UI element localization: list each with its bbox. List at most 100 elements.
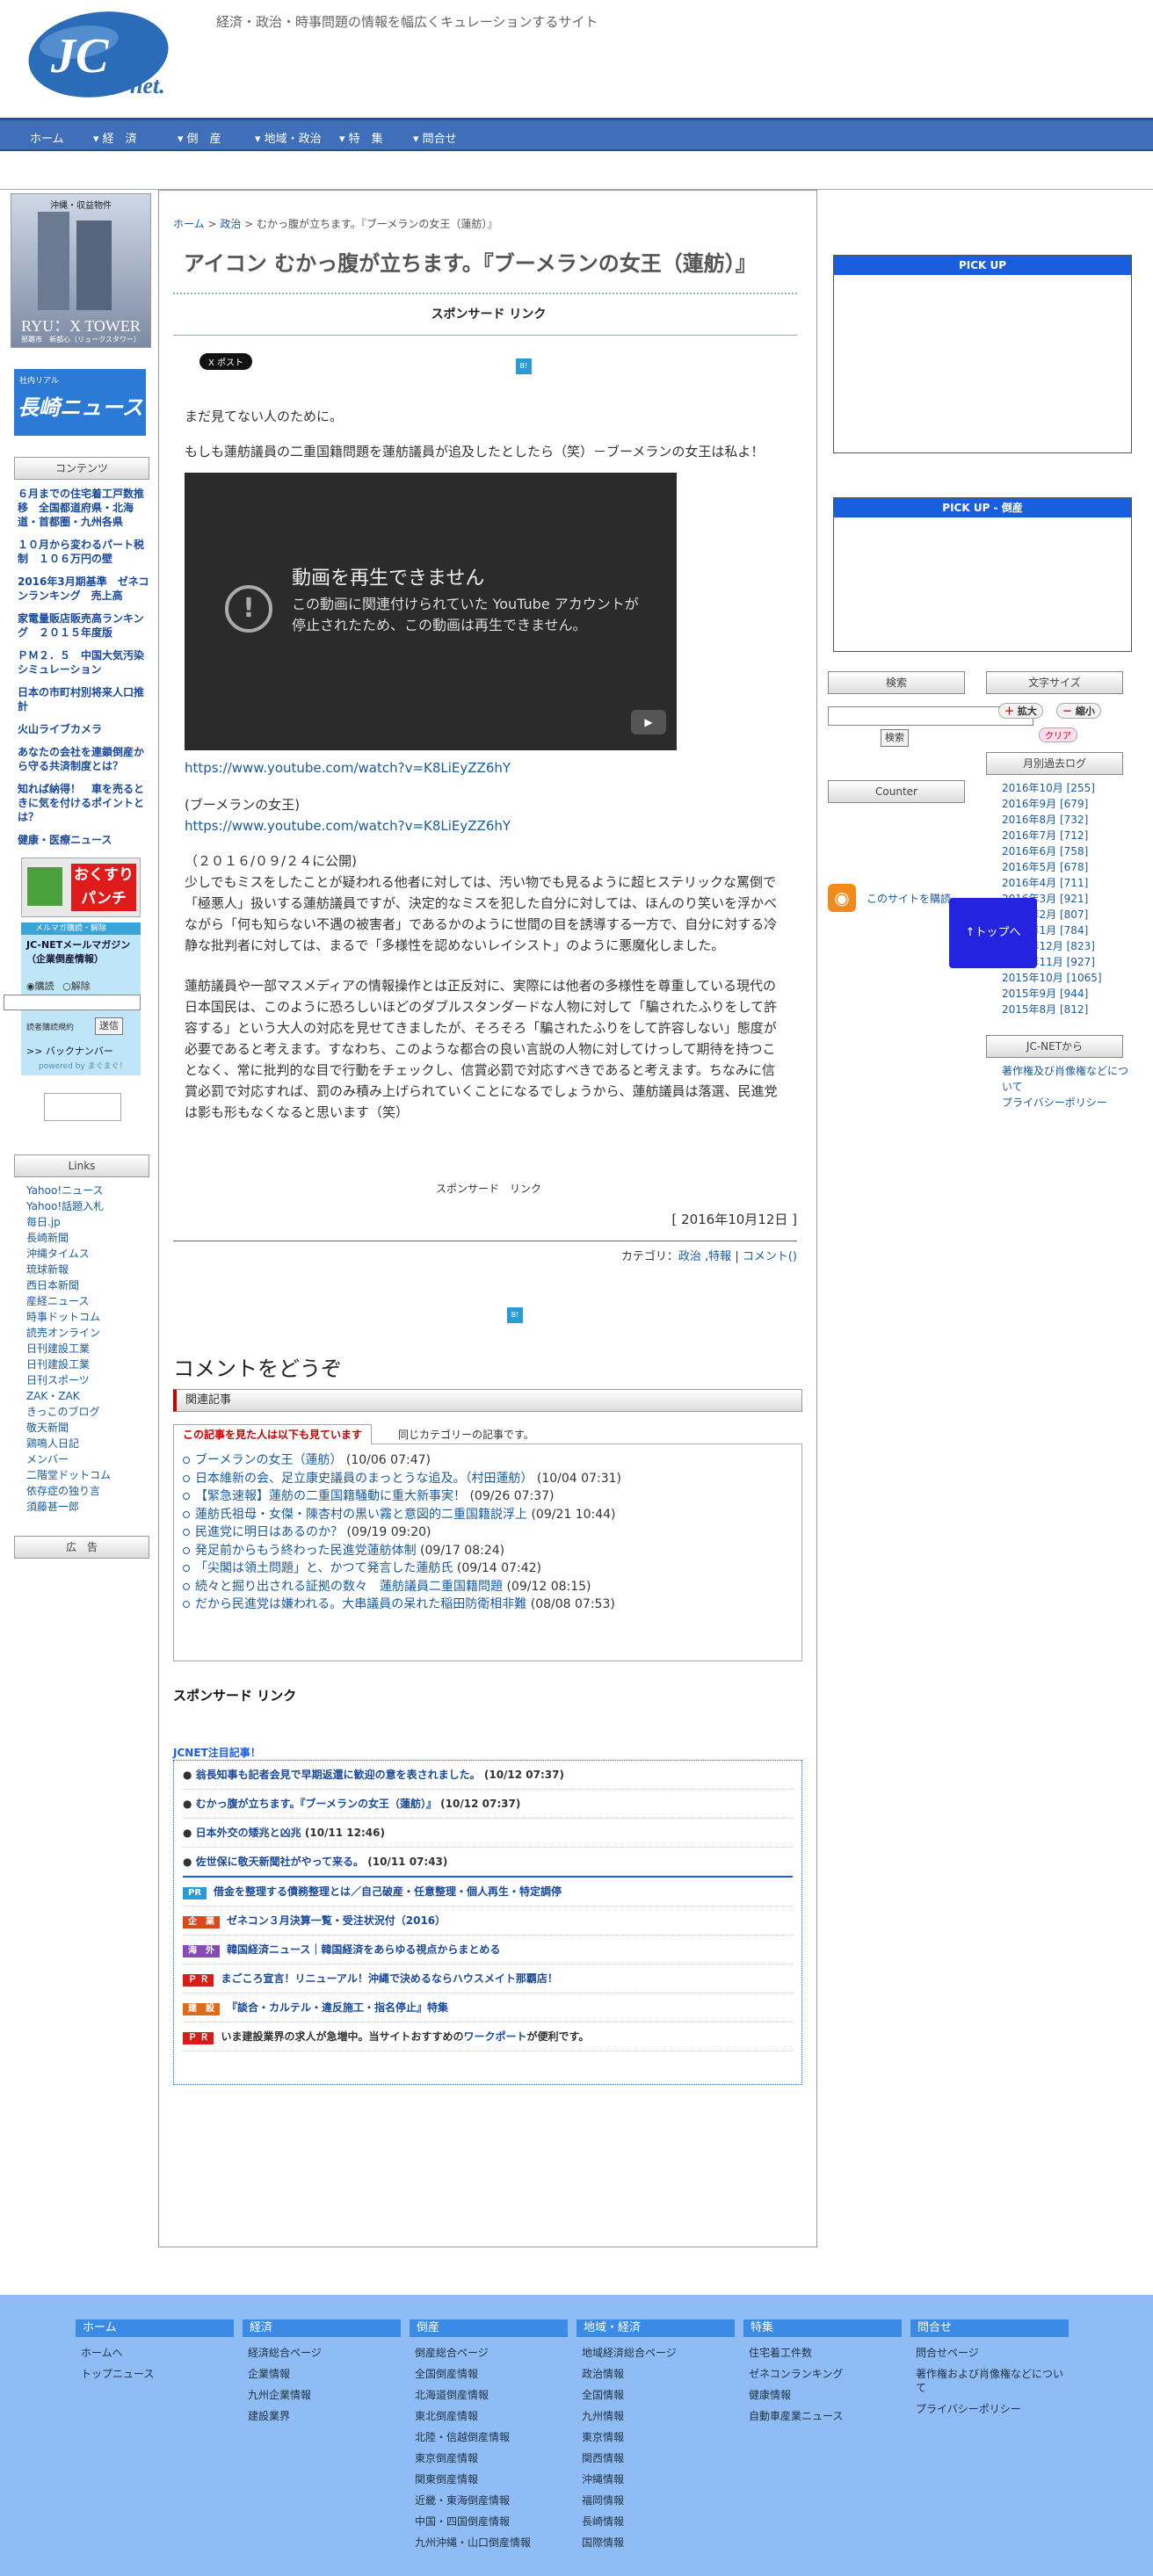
contents-link[interactable]: あなたの会社を連鎖倒産から守る共済制度とは？ [18,745,151,773]
mailmag-send-button[interactable]: 送信 [95,1017,123,1035]
ext-link[interactable]: Yahoo!ニュース [26,1183,149,1198]
footer-link[interactable]: 関東倒産情報 [410,2469,568,2490]
nav-contact[interactable]: ▾ 問合せ [413,129,457,146]
privacy-link[interactable]: プライバシーポリシー [1002,1095,1134,1111]
ext-link[interactable]: 二階堂ドットコム [26,1467,149,1483]
banner-nagasaki[interactable]: 社内リアル 長崎ニュース [14,369,146,436]
ext-link[interactable]: 読売オンライン [26,1325,149,1341]
contents-link[interactable]: 火山ライブカメラ [18,722,151,736]
archive-link[interactable]: 2016年5月 [678] [1002,859,1102,875]
ext-link[interactable]: 日刊スポーツ [26,1372,149,1388]
archive-link[interactable]: 2016年9月 [679] [1002,796,1102,812]
contents-link[interactable]: 家電量販店販売高ランキング ２０１５年度版 [18,611,151,640]
ad-link[interactable]: 借金を整理する債務整理とは／自己破産・任意整理・個人再生・特定調停 [214,1885,562,1898]
ext-link[interactable]: 毎日.jp [26,1214,149,1230]
footer-link[interactable]: 関西情報 [576,2448,735,2469]
footer-link[interactable]: 長崎情報 [576,2511,735,2532]
footer-link[interactable]: 倒産総合ページ [410,2342,568,2363]
ext-link[interactable]: 沖縄タイムス [26,1246,149,1262]
contents-link[interactable]: 健康・医療ニュース [18,833,151,847]
category-link-special[interactable]: 特報 [708,1250,731,1263]
nav-special[interactable]: ▾ 特 集 [339,129,383,146]
ad-link[interactable]: まごころ宣言！リニューアル！沖縄で決めるならハウスメイト那覇店！ [221,1972,557,1985]
ext-link[interactable]: 産経ニュース [26,1293,149,1309]
ext-link[interactable]: きっこのブログ [26,1404,149,1420]
footer-link[interactable]: 国際情報 [576,2532,735,2553]
contents-link[interactable]: 日本の市町村別将来人口推計 [18,685,151,713]
breadcrumb-home[interactable]: ホーム [173,218,205,230]
footer-link[interactable]: 東北倒産情報 [410,2406,568,2427]
mailmag-email-input[interactable] [4,995,141,1010]
hatena-bookmark-icon[interactable]: B! [507,1307,523,1323]
footer-col-heading[interactable]: 特集 [743,2319,902,2337]
related-link[interactable]: 続々と掘り出される証拠の数々 蓮舫議員二重国籍問題 [195,1580,503,1594]
font-clear-button[interactable]: クリア [1039,727,1077,742]
unsubscribe-radio[interactable]: ○ [62,980,71,992]
breadcrumb-politics[interactable]: 政治 [220,218,241,230]
category-link-politics[interactable]: 政治 [678,1250,701,1263]
tweet-button[interactable]: X ポスト [199,353,253,370]
related-link[interactable]: 日本維新の会、足立康史議員のまっとうな追及。（村田蓮舫） [195,1472,533,1486]
tab-viewers-also[interactable]: この記事を見た人は以下も見ています [173,1424,373,1444]
banner-kusuri[interactable]: おくすりパンチ [21,857,141,917]
jcnet-pick-link[interactable]: 佐世保に敬天新聞社がやって来る。 [196,1856,364,1868]
nav-economy[interactable]: ▾ 経 済 [93,129,137,146]
footer-link[interactable]: 住宅着工件数 [743,2342,902,2363]
ad-link[interactable]: 韓国経済ニュース｜韓国経済をあらゆる視点からまとめる [227,1943,500,1956]
ext-link[interactable]: 日刊建設工業 [26,1341,149,1357]
archive-link[interactable]: 2016年10月 [255] [1002,780,1102,796]
archive-link[interactable]: 2015年8月 [812] [1002,1002,1102,1017]
footer-link[interactable]: 地域経済総合ページ [576,2342,735,2363]
ext-link[interactable]: 依存症の独り言 [26,1483,149,1499]
search-submit-button[interactable]: 検索 [881,729,909,747]
related-link[interactable]: だから民進党は嫌われる。大串議員の呆れた稲田防衛相非難 [195,1597,526,1611]
ext-link[interactable]: 長崎新聞 [26,1230,149,1246]
footer-link[interactable]: 北海道倒産情報 [410,2384,568,2406]
related-link[interactable]: 蓮舫氏祖母・女傑・陳杏村の黒い霧と意図的二重国籍説浮上 [195,1508,527,1522]
footer-col-heading[interactable]: 地域・経済 [576,2319,735,2337]
left-small-image[interactable] [44,1093,121,1121]
footer-link[interactable]: 中国・四国倒産情報 [410,2511,568,2532]
ad-link[interactable]: 『談合・カルテル・違反施工・指名停止』特集 [227,2001,448,2014]
font-shrink-button[interactable]: － 縮小 [1056,703,1101,719]
ext-link[interactable]: メンバー [26,1451,149,1467]
footer-link[interactable]: 問合せページ [910,2342,1069,2363]
mailmag-terms[interactable]: 読者購読規約 [26,1021,74,1032]
ext-link[interactable]: 時事ドットコム [26,1309,149,1325]
archive-link[interactable]: 2015年10月 [1065] [1002,970,1102,986]
footer-link[interactable]: ホームへ [76,2342,234,2363]
youtube-logo-icon[interactable]: ▶ [631,710,666,734]
rss-icon[interactable]: ◉ [828,884,856,912]
footer-link[interactable]: 福岡情報 [576,2490,735,2511]
footer-link[interactable]: 近畿・東海倒産情報 [410,2490,568,2511]
footer-link[interactable]: トップニュース [76,2363,234,2384]
related-link[interactable]: 【緊急速報】蓮舫の二重国籍騒動に重大新事実！ [195,1489,466,1503]
footer-link[interactable]: 九州企業情報 [243,2384,401,2406]
footer-col-heading[interactable]: 問合せ [910,2319,1069,2337]
related-link[interactable]: ブーメランの女王（蓮舫） [195,1453,342,1467]
ext-link[interactable]: 西日本新聞 [26,1277,149,1293]
ext-link[interactable]: ZAK・ZAK [26,1388,149,1404]
footer-col-heading[interactable]: 経済 [243,2319,401,2337]
nav-region[interactable]: ▾ 地域・政治 [255,129,322,146]
footer-link[interactable]: 沖縄情報 [576,2469,735,2490]
site-logo[interactable]: JC net. [26,9,193,105]
nav-home[interactable]: ホーム [30,129,64,146]
contents-link[interactable]: 2016年3月期基準 ゼネコンランキング 売上高 [18,575,151,603]
related-link[interactable]: 「尖閣は領土問題」と、かつて発言した蓮舫氏 [195,1561,453,1575]
hatena-bookmark-icon[interactable]: B! [516,358,532,374]
ext-link[interactable]: 敬天新聞 [26,1420,149,1436]
comment-link[interactable]: コメント() [743,1250,797,1263]
archive-link[interactable]: 2016年4月 [711] [1002,875,1102,891]
related-link[interactable]: 発足前からもう終わった民進党蓮舫体制 [195,1544,417,1558]
archive-link[interactable]: 2015年9月 [944] [1002,986,1102,1002]
jcnet-pick-link[interactable]: 日本外交の矮兆と凶兆 [196,1827,301,1839]
contents-link[interactable]: ＰＭ２．５ 中国大気汚染シミュレーション [18,648,151,677]
footer-link[interactable]: 自動車産業ニュース [743,2406,902,2427]
video-url-link[interactable]: https://www.youtube.com/watch?v=K8LiEyZZ… [185,757,778,778]
footer-link[interactable]: 全国情報 [576,2384,735,2406]
contents-link[interactable]: 知れば納得！ 車を売るときに気を付けるポイントとは？ [18,782,151,824]
footer-col-heading[interactable]: 倒産 [410,2319,568,2337]
footer-link[interactable]: 健康情報 [743,2384,902,2406]
font-enlarge-button[interactable]: ＋ 拡大 [998,703,1043,719]
